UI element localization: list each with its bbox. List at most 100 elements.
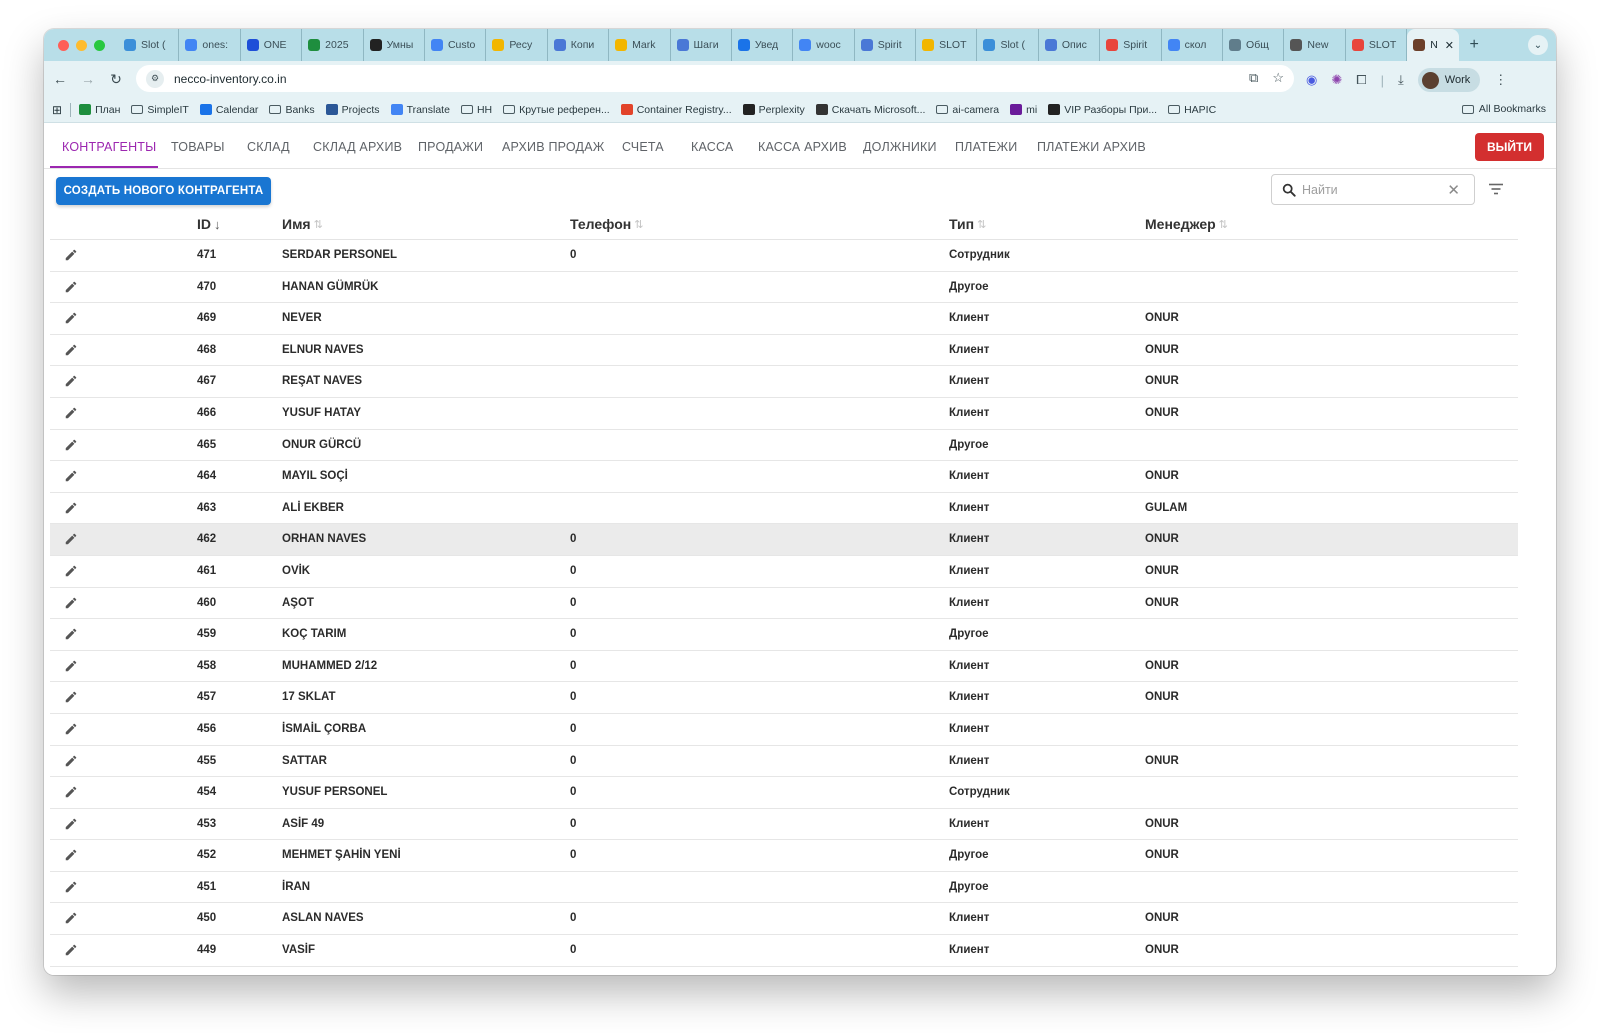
puzzle-icon[interactable]: ⧠ [1356, 72, 1366, 88]
edit-icon[interactable] [64, 690, 78, 704]
all-bookmarks[interactable]: All Bookmarks [1461, 103, 1546, 115]
edit-icon[interactable] [64, 374, 78, 388]
browser-tab[interactable]: Увед [732, 29, 794, 61]
edit-icon[interactable] [64, 343, 78, 357]
bookmark-item[interactable]: Крутые референ... [503, 104, 610, 116]
browser-tab[interactable]: Опис [1039, 29, 1101, 61]
edit-icon[interactable] [64, 311, 78, 325]
address-bar[interactable]: ⚙ necco-inventory.co.in ⧉ ☆ [136, 65, 1294, 92]
table-row[interactable]: 465 ONUR GÜRCÜ Другое [50, 430, 1518, 462]
install-app-icon[interactable]: ⧉ [1249, 70, 1258, 86]
download-icon[interactable]: ⤓ [1398, 72, 1404, 88]
browser-tab[interactable]: Slot ( [977, 29, 1039, 61]
table-row[interactable]: 466 YUSUF HATAY Клиент ONUR [50, 398, 1518, 430]
table-row[interactable]: 453 ASİF 49 0 Клиент ONUR [50, 809, 1518, 841]
column-header-phone[interactable]: Телефон ⇅ [570, 216, 643, 232]
table-row[interactable]: 457 17 SKLAT 0 Клиент ONUR [50, 682, 1518, 714]
table-row[interactable]: 469 NEVER Клиент ONUR [50, 303, 1518, 335]
edit-icon[interactable] [64, 911, 78, 925]
edit-icon[interactable] [64, 943, 78, 957]
edit-icon[interactable] [64, 280, 78, 294]
table-row[interactable]: 470 HANAN GÜMRÜK Другое [50, 272, 1518, 304]
reload-icon[interactable]: ↻ [102, 71, 130, 88]
profile-button[interactable]: Work [1417, 68, 1481, 92]
table-row[interactable]: 467 REŞAT NAVES Клиент ONUR [50, 366, 1518, 398]
browser-tab[interactable]: Mark [609, 29, 671, 61]
edit-icon[interactable] [64, 754, 78, 768]
nav-tab[interactable]: ПЛАТЕЖИ АРХИВ [1037, 123, 1146, 169]
edit-icon[interactable] [64, 406, 78, 420]
table-row[interactable]: 461 OVİK 0 Клиент ONUR [50, 556, 1518, 588]
table-row[interactable]: 459 KOÇ TARIM 0 Другое [50, 619, 1518, 651]
table-row[interactable]: 460 AŞOT 0 Клиент ONUR [50, 588, 1518, 620]
close-tab-icon[interactable]: ✕ [1445, 39, 1454, 52]
zoom-window-button[interactable] [94, 39, 105, 51]
bookmark-item[interactable]: Projects [325, 104, 380, 116]
back-icon[interactable]: ← [46, 71, 74, 87]
new-tab-button[interactable]: + [1459, 36, 1489, 54]
table-row[interactable]: 463 ALİ EKBER Клиент GULAM [50, 493, 1518, 525]
nav-tab[interactable]: АРХИВ ПРОДАЖ [502, 123, 605, 169]
close-window-button[interactable] [58, 39, 69, 51]
nav-tab[interactable]: ПРОДАЖИ [418, 123, 483, 169]
edit-icon[interactable] [64, 880, 78, 894]
bookmark-item[interactable]: ai-camera [936, 104, 999, 116]
extension-icon[interactable]: ✺ [1331, 72, 1342, 88]
bookmark-item[interactable]: Скачать Microsoft... [815, 104, 925, 116]
create-counterparty-button[interactable]: СОЗДАТЬ НОВОГО КОНТРАГЕНТА [56, 177, 271, 205]
edit-icon[interactable] [64, 848, 78, 862]
bookmark-item[interactable]: SimpleIT [131, 104, 189, 116]
edit-icon[interactable] [64, 532, 78, 546]
more-menu-icon[interactable]: ⋮ [1494, 72, 1507, 88]
sort-icon[interactable]: ⇅ [634, 218, 643, 231]
nav-tab[interactable]: КОНТРАГЕНТЫ [62, 123, 156, 169]
nav-tab[interactable]: ДОЛЖНИКИ [863, 123, 937, 169]
nav-tab[interactable]: КАССА АРХИВ [758, 123, 847, 169]
search-input[interactable] [1302, 182, 1432, 197]
browser-tab[interactable]: New [1284, 29, 1346, 61]
table-row[interactable]: 462 ORHAN NAVES 0 Клиент ONUR [50, 524, 1518, 556]
column-header-name[interactable]: Имя ⇅ [282, 216, 323, 232]
edit-icon[interactable] [64, 659, 78, 673]
sort-icon[interactable]: ⇅ [314, 218, 323, 231]
nav-tab[interactable]: ПЛАТЕЖИ [955, 123, 1017, 169]
nav-tab[interactable]: ТОВАРЫ [171, 123, 225, 169]
table-row[interactable]: 455 SATTAR 0 Клиент ONUR [50, 746, 1518, 778]
browser-tab-active[interactable]: N ✕ [1407, 29, 1460, 61]
browser-tab[interactable]: Общ [1223, 29, 1285, 61]
edit-icon[interactable] [64, 564, 78, 578]
browser-tab[interactable]: ones: [179, 29, 241, 61]
edit-icon[interactable] [64, 501, 78, 515]
browser-tab[interactable]: Spirit [1100, 29, 1162, 61]
extension-icon[interactable]: ◉ [1306, 72, 1317, 88]
nav-tab[interactable]: КАССА [691, 123, 733, 169]
bookmark-item[interactable]: Banks [269, 104, 315, 116]
sort-desc-icon[interactable]: ↓ [214, 217, 221, 232]
table-row[interactable]: 471 SERDAR PERSONEL 0 Сотрудник [50, 240, 1518, 272]
minimize-window-button[interactable] [76, 39, 87, 51]
edit-icon[interactable] [64, 469, 78, 483]
column-header-type[interactable]: Тип ⇅ [949, 216, 986, 232]
browser-tab[interactable]: ONE [241, 29, 303, 61]
tab-search-icon[interactable]: ⌄ [1528, 35, 1548, 55]
nav-tab[interactable]: СКЛАД [247, 123, 290, 169]
edit-icon[interactable] [64, 248, 78, 262]
browser-tab[interactable]: Шаги [671, 29, 732, 61]
bookmark-item[interactable]: Container Registry... [620, 104, 732, 116]
browser-tab[interactable]: скол [1162, 29, 1224, 61]
bookmark-item[interactable]: Translate [390, 104, 450, 116]
edit-icon[interactable] [64, 627, 78, 641]
bookmark-star-icon[interactable]: ☆ [1272, 70, 1284, 86]
url-text[interactable]: necco-inventory.co.in [174, 72, 287, 86]
browser-tab[interactable]: 2025 [302, 29, 364, 61]
bookmark-item[interactable]: Calendar [199, 104, 258, 116]
site-info-icon[interactable]: ⚙ [146, 69, 164, 88]
browser-tab[interactable]: Slot ( [118, 29, 180, 61]
bookmark-item[interactable]: mi [1010, 104, 1037, 116]
bookmark-item[interactable]: План [79, 104, 120, 116]
browser-tab[interactable]: Копи [548, 29, 610, 61]
filter-icon[interactable] [1488, 183, 1504, 195]
browser-tab[interactable]: wooc [793, 29, 855, 61]
browser-tab[interactable]: Custo [425, 29, 487, 61]
table-row[interactable]: 464 MAYIL SOÇİ Клиент ONUR [50, 461, 1518, 493]
